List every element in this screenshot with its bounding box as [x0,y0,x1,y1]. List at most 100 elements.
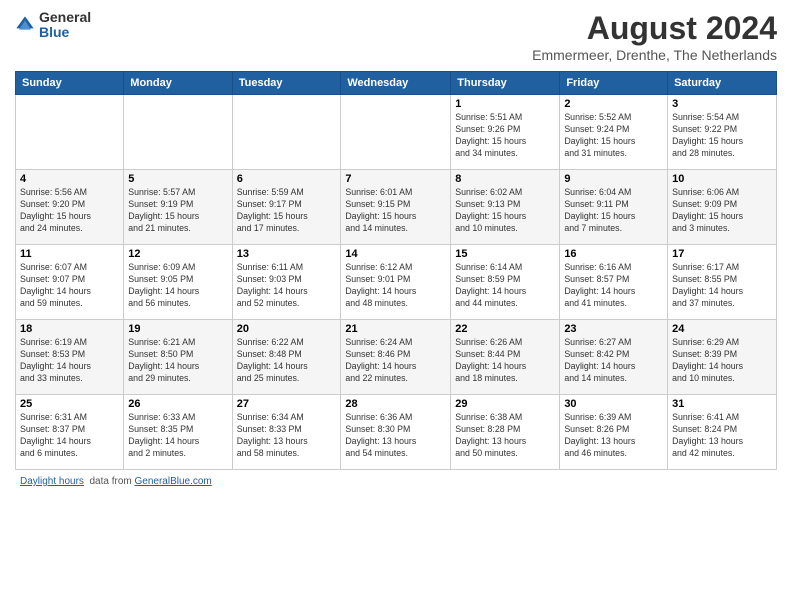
day-info: Sunrise: 6:04 AMSunset: 9:11 PMDaylight:… [564,187,663,235]
title-area: August 2024 Emmermeer, Drenthe, The Neth… [532,10,777,63]
calendar-week-4: 18Sunrise: 6:19 AMSunset: 8:53 PMDayligh… [16,320,777,395]
day-number: 10 [672,173,772,185]
day-number: 29 [455,398,555,410]
calendar-cell: 5 Sunrise: 5:57 AMSunset: 9:19 PMDaylight… [124,170,232,245]
day-number: 12 [128,248,227,260]
day-info: Sunrise: 6:12 AMSunset: 9:01 PMDaylight:… [345,262,446,310]
col-sunday: Sunday [16,72,124,95]
day-number: 23 [564,323,663,335]
day-info: Sunrise: 6:39 AMSunset: 8:26 PMDaylight:… [564,412,663,460]
calendar-cell: 26 Sunrise: 6:33 AMSunset: 8:35 PMDayligh… [124,395,232,470]
day-number: 8 [455,173,555,185]
day-number: 11 [20,248,119,260]
day-number: 16 [564,248,663,260]
logo-text: General Blue [39,10,91,41]
day-info: Sunrise: 6:27 AMSunset: 8:42 PMDaylight:… [564,337,663,385]
calendar-cell: 13Sunrise: 6:11 AMSunset: 9:03 PMDayligh… [232,245,341,320]
logo-blue-text: Blue [39,25,91,40]
day-info: Sunrise: 6:07 AMSunset: 9:07 PMDaylight:… [20,262,119,310]
calendar-cell: 27Sunrise: 6:34 AMSunset: 8:33 PMDayligh… [232,395,341,470]
day-number: 22 [455,323,555,335]
calendar-cell: 21 Sunrise: 6:24 AMSunset: 8:46 PMDayligh… [341,320,451,395]
calendar-cell: 28 Sunrise: 6:36 AMSunset: 8:30 PMDayligh… [341,395,451,470]
calendar-cell: 11 Sunrise: 6:07 AMSunset: 9:07 PMDayligh… [16,245,124,320]
day-number: 6 [237,173,337,185]
day-number: 4 [20,173,119,185]
calendar-cell: 8 Sunrise: 6:02 AMSunset: 9:13 PMDaylight… [451,170,560,245]
day-number: 28 [345,398,446,410]
col-friday: Friday [560,72,668,95]
calendar-cell: 20 Sunrise: 6:22 AMSunset: 8:48 PMDayligh… [232,320,341,395]
day-info: Sunrise: 6:21 AMSunset: 8:50 PMDaylight:… [128,337,227,385]
footer-link[interactable]: GeneralBlue.com [135,476,212,487]
day-number: 24 [672,323,772,335]
calendar-cell: 12 Sunrise: 6:09 AMSunset: 9:05 PMDayligh… [124,245,232,320]
calendar-cell: 7Sunrise: 6:01 AMSunset: 9:15 PMDaylight… [341,170,451,245]
day-info: Sunrise: 5:54 AMSunset: 9:22 PMDaylight:… [672,112,772,160]
day-info: Sunrise: 6:38 AMSunset: 8:28 PMDaylight:… [455,412,555,460]
day-info: Sunrise: 6:06 AMSunset: 9:09 PMDaylight:… [672,187,772,235]
calendar-cell [232,95,341,170]
day-number: 25 [20,398,119,410]
col-saturday: Saturday [668,72,777,95]
calendar-cell: 29 Sunrise: 6:38 AMSunset: 8:28 PMDayligh… [451,395,560,470]
day-number: 2 [564,98,663,110]
calendar-cell: 24 Sunrise: 6:29 AMSunset: 8:39 PMDayligh… [668,320,777,395]
col-tuesday: Tuesday [232,72,341,95]
day-number: 21 [345,323,446,335]
calendar-week-2: 4 Sunrise: 5:56 AMSunset: 9:20 PMDaylight… [16,170,777,245]
day-number: 30 [564,398,663,410]
day-info: Sunrise: 6:26 AMSunset: 8:44 PMDaylight:… [455,337,555,385]
day-info: Sunrise: 6:14 AMSunset: 8:59 PMDaylight:… [455,262,555,310]
calendar-week-1: 1Sunrise: 5:51 AMSunset: 9:26 PMDaylight… [16,95,777,170]
day-number: 26 [128,398,227,410]
day-info: Sunrise: 5:56 AMSunset: 9:20 PMDaylight:… [20,187,119,235]
day-info: Sunrise: 6:31 AMSunset: 8:37 PMDaylight:… [20,412,119,460]
col-thursday: Thursday [451,72,560,95]
day-number: 9 [564,173,663,185]
page: General Blue August 2024 Emmermeer, Dren… [0,0,792,612]
col-wednesday: Wednesday [341,72,451,95]
calendar-cell: 16 Sunrise: 6:16 AMSunset: 8:57 PMDayligh… [560,245,668,320]
day-number: 17 [672,248,772,260]
calendar-cell: 9 Sunrise: 6:04 AMSunset: 9:11 PMDaylight… [560,170,668,245]
day-info: Sunrise: 6:01 AMSunset: 9:15 PMDaylight:… [345,187,446,235]
header: General Blue August 2024 Emmermeer, Dren… [15,10,777,63]
day-info: Sunrise: 6:24 AMSunset: 8:46 PMDaylight:… [345,337,446,385]
day-number: 31 [672,398,772,410]
day-info: Sunrise: 5:59 AMSunset: 9:17 PMDaylight:… [237,187,337,235]
day-number: 1 [455,98,555,110]
calendar-cell: 31Sunrise: 6:41 AMSunset: 8:24 PMDayligh… [668,395,777,470]
day-number: 3 [672,98,772,110]
subtitle: Emmermeer, Drenthe, The Netherlands [532,47,777,63]
footer: Daylight hours data from GeneralBlue.com [15,476,777,487]
day-info: Sunrise: 6:22 AMSunset: 8:48 PMDaylight:… [237,337,337,385]
calendar-cell: 15Sunrise: 6:14 AMSunset: 8:59 PMDayligh… [451,245,560,320]
calendar-cell: 4 Sunrise: 5:56 AMSunset: 9:20 PMDaylight… [16,170,124,245]
day-info: Sunrise: 6:33 AMSunset: 8:35 PMDaylight:… [128,412,227,460]
calendar-cell: 14 Sunrise: 6:12 AMSunset: 9:01 PMDayligh… [341,245,451,320]
calendar-cell: 2 Sunrise: 5:52 AMSunset: 9:24 PMDaylight… [560,95,668,170]
calendar-week-5: 25 Sunrise: 6:31 AMSunset: 8:37 PMDayligh… [16,395,777,470]
calendar-cell: 23 Sunrise: 6:27 AMSunset: 8:42 PMDayligh… [560,320,668,395]
day-number: 5 [128,173,227,185]
day-info: Sunrise: 6:36 AMSunset: 8:30 PMDaylight:… [345,412,446,460]
calendar-week-3: 11 Sunrise: 6:07 AMSunset: 9:07 PMDayligh… [16,245,777,320]
calendar-cell [16,95,124,170]
calendar-cell: 22 Sunrise: 6:26 AMSunset: 8:44 PMDayligh… [451,320,560,395]
logo-icon [15,15,35,35]
day-info: Sunrise: 6:16 AMSunset: 8:57 PMDaylight:… [564,262,663,310]
day-info: Sunrise: 6:09 AMSunset: 9:05 PMDaylight:… [128,262,227,310]
calendar-cell [124,95,232,170]
day-info: Sunrise: 6:02 AMSunset: 9:13 PMDaylight:… [455,187,555,235]
calendar-cell: 10 Sunrise: 6:06 AMSunset: 9:09 PMDayligh… [668,170,777,245]
day-info: Sunrise: 5:57 AMSunset: 9:19 PMDaylight:… [128,187,227,235]
calendar-cell: 1Sunrise: 5:51 AMSunset: 9:26 PMDaylight… [451,95,560,170]
header-row: Sunday Monday Tuesday Wednesday Thursday… [16,72,777,95]
day-number: 27 [237,398,337,410]
day-number: 18 [20,323,119,335]
day-number: 20 [237,323,337,335]
day-info: Sunrise: 5:52 AMSunset: 9:24 PMDaylight:… [564,112,663,160]
day-info: Sunrise: 6:29 AMSunset: 8:39 PMDaylight:… [672,337,772,385]
day-number: 14 [345,248,446,260]
